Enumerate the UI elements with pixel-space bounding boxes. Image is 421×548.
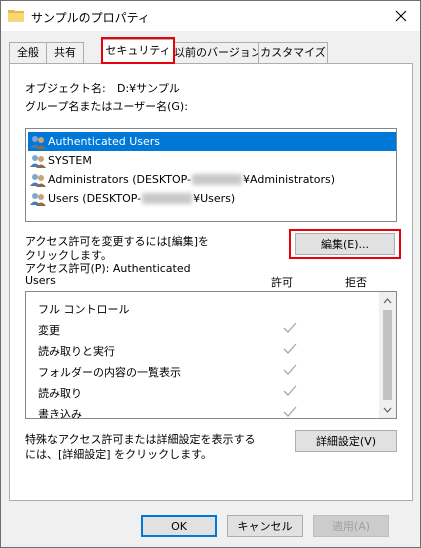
redacted-computer-name [142, 193, 193, 204]
permission-name: 読み取り [38, 387, 82, 400]
scroll-down-button[interactable] [379, 401, 396, 418]
group-names-label: グループ名またはユーザー名(G): [25, 100, 188, 113]
special-permissions-line2: には、[詳細設定] をクリックします。 [25, 448, 212, 461]
permission-row-list-folder: フォルダーの内容の一覧表示 [38, 361, 378, 381]
column-deny: 拒否 [345, 276, 367, 289]
folder-icon [8, 10, 24, 22]
tab-strip: 全般 共有 セキュリティ 以前のバージョン カスタマイズ [9, 39, 413, 65]
permission-name: フォルダーの内容の一覧表示 [38, 366, 181, 379]
check-icon [283, 406, 297, 417]
permission-row-write: 書き込み [38, 403, 378, 419]
tab-sharing[interactable]: 共有 [46, 42, 84, 63]
redacted-computer-name [192, 174, 243, 185]
users-group-icon [30, 192, 46, 206]
permission-row-full-control: フル コントロール [38, 298, 378, 318]
check-icon [283, 322, 297, 333]
users-listbox[interactable]: Authenticated Users SYSTEM Administrator… [25, 128, 397, 222]
edit-button[interactable]: 編集(E)... [295, 233, 395, 255]
tab-general[interactable]: 全般 [9, 42, 47, 63]
advanced-button[interactable]: 詳細設定(V) [295, 430, 397, 452]
user-name-suffix: ¥Administrators) [243, 173, 336, 186]
tab-previous-versions[interactable]: 以前のバージョン [173, 42, 262, 63]
special-permissions-line1: 特殊なアクセス許可または詳細設定を表示する [25, 433, 256, 446]
permissions-for-line2: Users [25, 274, 56, 287]
user-name-prefix: Administrators (DESKTOP- [48, 173, 192, 186]
permissions-scrollbar[interactable] [379, 292, 396, 418]
tab-customize[interactable]: カスタマイズ [258, 42, 328, 63]
permissions-list[interactable]: フル コントロール 変更 読み取りと実行 フォルダーの内容の一覧表示 読み取り … [25, 291, 397, 419]
tab-security[interactable]: セキュリティ [102, 39, 174, 64]
permission-row-read: 読み取り [38, 382, 378, 402]
check-icon [283, 364, 297, 375]
permission-row-modify: 変更 [38, 319, 378, 339]
cancel-button[interactable]: キャンセル [227, 515, 303, 537]
scrollbar-thumb[interactable] [383, 310, 392, 400]
check-icon [283, 343, 297, 354]
permission-name: フル コントロール [38, 303, 130, 316]
permission-name: 読み取りと実行 [38, 345, 115, 358]
column-allow: 許可 [271, 276, 293, 289]
permission-row-read-execute: 読み取りと実行 [38, 340, 378, 360]
close-button[interactable] [382, 1, 420, 31]
apply-button[interactable]: 適用(A) [313, 515, 389, 537]
object-name-value: D:¥サンプル [117, 82, 180, 95]
users-group-icon [30, 154, 46, 168]
check-icon [283, 385, 297, 396]
list-item-administrators[interactable]: Administrators (DESKTOP- ¥Administrators… [28, 170, 396, 189]
properties-dialog: サンプルのプロパティ 全般 共有 セキュリティ 以前のバージョン カスタマイズ … [0, 0, 421, 548]
user-name: Authenticated Users [48, 135, 161, 148]
chevron-down-icon [383, 407, 392, 413]
list-item-users[interactable]: Users (DESKTOP- ¥Users) [28, 189, 396, 208]
permission-name: 書き込み [38, 408, 82, 419]
chevron-up-icon [383, 297, 392, 303]
scroll-up-button[interactable] [379, 292, 396, 309]
users-group-icon [30, 135, 46, 149]
object-name-label: オブジェクト名: [25, 82, 106, 95]
title-bar: サンプルのプロパティ [1, 1, 420, 31]
ok-button[interactable]: OK [141, 515, 217, 537]
close-icon [395, 10, 407, 22]
permission-name: 変更 [38, 324, 60, 337]
user-name-prefix: Users (DESKTOP- [48, 192, 142, 205]
user-name-suffix: ¥Users) [193, 192, 236, 205]
list-item-authenticated-users[interactable]: Authenticated Users [28, 132, 396, 151]
user-name: SYSTEM [48, 154, 92, 167]
users-group-icon [30, 173, 46, 187]
window-title: サンプルのプロパティ [31, 11, 150, 25]
list-item-system[interactable]: SYSTEM [28, 151, 396, 170]
